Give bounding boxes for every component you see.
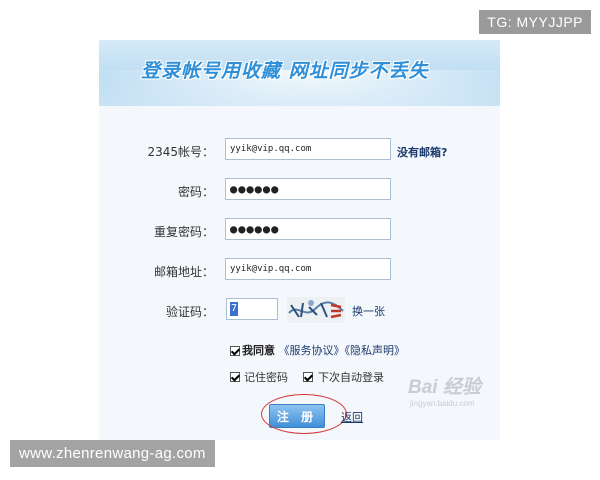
account-label: 2345帐号： bbox=[147, 145, 214, 159]
email-input[interactable]: yyik@vip.qq.com bbox=[225, 258, 391, 280]
baidu-url: jingyan.baidu.com bbox=[410, 399, 475, 408]
agree-checkbox[interactable] bbox=[230, 346, 240, 356]
password-label: 密码： bbox=[177, 185, 214, 199]
highlight-circle bbox=[261, 394, 347, 434]
auto-login-checkbox[interactable] bbox=[303, 372, 313, 382]
captcha-image[interactable] bbox=[287, 297, 345, 323]
watermark-top: TG: MYYJJPP bbox=[479, 10, 591, 34]
captcha-input[interactable]: 7 bbox=[226, 298, 278, 320]
terms-link[interactable]: 《服务协议》 bbox=[279, 344, 345, 357]
back-link[interactable]: 返回 bbox=[341, 409, 363, 425]
baidu-logo: Bai 经验 bbox=[408, 377, 481, 398]
account-input[interactable]: yyik@vip.qq.com bbox=[225, 138, 391, 160]
email-label: 邮箱地址： bbox=[153, 265, 214, 279]
refresh-captcha-link[interactable]: 换一张 bbox=[352, 303, 385, 319]
confirm-password-label: 重复密码： bbox=[153, 225, 214, 239]
banner: 登录帐号用收藏 网址同步不丢失 bbox=[99, 40, 500, 106]
agreement-text: 我同意 《服务协议》《隐私声明》 bbox=[242, 342, 405, 358]
agree-label: 我同意 bbox=[242, 344, 275, 357]
captcha-selected-text: 7 bbox=[230, 302, 239, 316]
auto-login-label: 下次自动登录 bbox=[318, 371, 384, 384]
watermark-bottom: www.zhenrenwang-ag.com bbox=[10, 440, 215, 467]
captcha-label: 验证码： bbox=[165, 305, 214, 319]
baidu-watermark: Bai 经验 jingyan.baidu.com bbox=[408, 372, 481, 408]
password-input[interactable]: ●●●●●● bbox=[225, 178, 391, 200]
privacy-link[interactable]: 《隐私声明》 bbox=[345, 344, 406, 357]
remember-password-checkbox[interactable] bbox=[230, 372, 240, 382]
confirm-password-input[interactable]: ●●●●●● bbox=[225, 218, 391, 240]
no-email-link[interactable]: 没有邮箱? bbox=[397, 144, 447, 160]
banner-title: 登录帐号用收藏 网址同步不丢失 bbox=[141, 60, 429, 82]
remember-password-label: 记住密码 bbox=[244, 371, 288, 384]
